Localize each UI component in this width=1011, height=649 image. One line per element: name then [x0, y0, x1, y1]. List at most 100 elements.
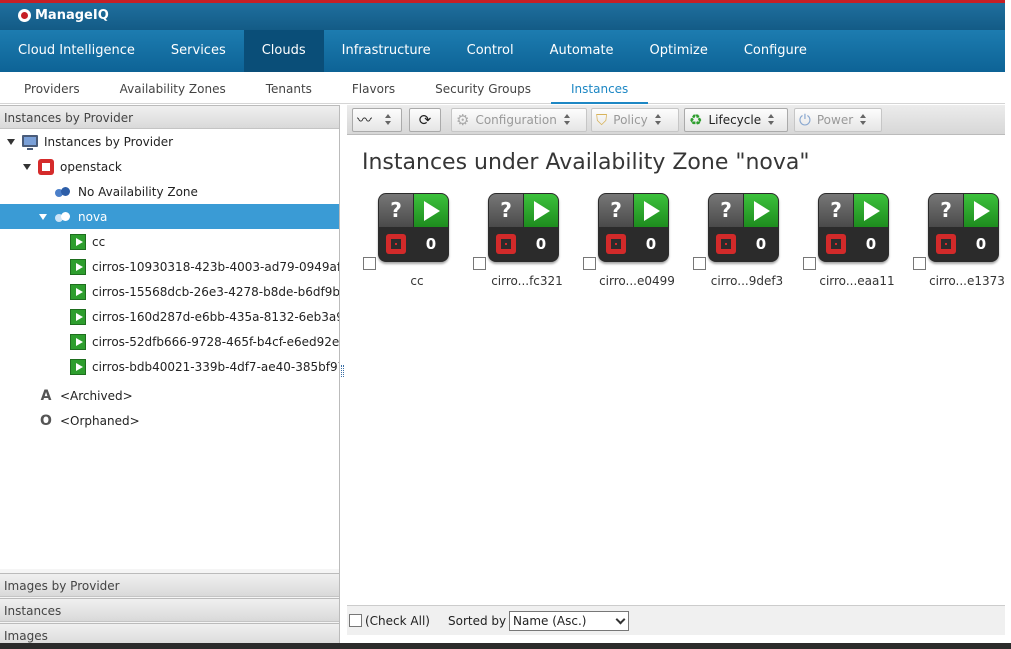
tree-collapse-icon[interactable] — [6, 137, 16, 147]
tree-node-instance[interactable]: cirros-10930318-423b-4003-ad79-0949af2f — [0, 254, 339, 279]
tree-node-no-availability-zone[interactable]: No Availability Zone — [0, 179, 339, 204]
tree-node-nova[interactable]: nova — [0, 204, 339, 229]
instance-name-link[interactable]: cirro...9def3 — [697, 274, 797, 288]
policy-button[interactable]: ⛉ Policy — [591, 108, 679, 132]
accordion-header-instances-by-provider[interactable]: Instances by Provider — [0, 105, 339, 129]
main-nav: Cloud Intelligence Services Clouds Infra… — [0, 30, 1005, 72]
power-on-icon — [414, 194, 448, 227]
instance-name-link[interactable]: cirro...eaa11 — [807, 274, 907, 288]
instance-tile[interactable]: ? 0 cirro...e1373 — [897, 192, 1007, 292]
sub-nav-flavors[interactable]: Flavors — [332, 72, 415, 104]
openstack-icon — [379, 228, 413, 261]
dropdown-caret-icon — [767, 113, 775, 127]
monitor-icon — [22, 134, 38, 150]
accordion-header-instances[interactable]: Instances — [0, 598, 339, 622]
tree-node-root[interactable]: Instances by Provider — [0, 129, 339, 154]
tree-node-label: cirros-160d287d-e6bb-435a-8132-6eb3a9c — [92, 309, 339, 324]
openstack-icon — [489, 228, 523, 261]
tree-node-instance[interactable]: cirros-bdb40021-339b-4df7-ae40-385bf97e — [0, 354, 339, 379]
sub-nav-providers[interactable]: Providers — [0, 72, 100, 104]
instance-name-link[interactable]: cc — [367, 274, 467, 288]
accordion-header-images-by-provider[interactable]: Images by Provider — [0, 573, 339, 597]
toolbar: 〰 ⟳ ⚙ Configuration ⛉ Policy ♻ Lifecycle… — [347, 105, 1005, 135]
sub-nav-security-groups[interactable]: Security Groups — [415, 72, 551, 104]
tree-node-orphaned[interactable]: O <Orphaned> — [0, 408, 339, 433]
sub-nav-availability-zones[interactable]: Availability Zones — [100, 72, 246, 104]
tree-collapse-icon[interactable] — [38, 212, 48, 222]
openstack-icon — [709, 228, 743, 261]
refresh-icon: ⟳ — [418, 111, 432, 129]
reload-button[interactable]: ⟳ — [409, 108, 441, 132]
tree-node-instance[interactable]: cirros-15568dcb-26e3-4278-b8de-b6df9bae — [0, 279, 339, 304]
openstack-icon — [819, 228, 853, 261]
instance-name-link[interactable]: cirro...e1373 — [917, 274, 1011, 288]
lifecycle-label: Lifecycle — [708, 113, 762, 127]
main-nav-services[interactable]: Services — [153, 30, 244, 72]
instance-quadicon[interactable]: ? 0 — [488, 193, 559, 262]
chevron-down-icon — [615, 614, 626, 625]
main-nav-cloud-intelligence[interactable]: Cloud Intelligence — [0, 30, 153, 72]
main-nav-control[interactable]: Control — [449, 30, 532, 72]
sub-nav-instances[interactable]: Instances — [551, 72, 649, 104]
check-all-label: (Check All) — [365, 614, 430, 628]
instance-on-icon — [70, 258, 86, 275]
brand-logo[interactable]: ManageIQ — [18, 8, 109, 23]
os-unknown-icon: ? — [929, 194, 963, 227]
instance-quadicon[interactable]: ? 0 — [378, 193, 449, 262]
os-unknown-icon: ? — [599, 194, 633, 227]
main-nav-optimize[interactable]: Optimize — [632, 30, 726, 72]
tree-node-label: openstack — [60, 159, 122, 174]
instance-checkbox[interactable] — [913, 257, 926, 270]
instance-quadicon[interactable]: ? 0 — [818, 193, 889, 262]
tree-collapse-icon[interactable] — [22, 162, 32, 172]
instance-checkbox[interactable] — [693, 257, 706, 270]
instance-on-icon — [70, 308, 86, 325]
tree-node-instance[interactable]: cirros-160d287d-e6bb-435a-8132-6eb3a9c — [0, 304, 339, 329]
instance-name-link[interactable]: cirro...fc321 — [477, 274, 577, 288]
panel-splitter-handle[interactable] — [341, 365, 344, 377]
sorted-by-label: Sorted by — [448, 614, 507, 628]
snapshot-count: 0 — [524, 228, 558, 261]
view-mode-button[interactable]: 〰 — [352, 108, 402, 132]
instance-on-icon — [70, 333, 86, 350]
instance-quadicon[interactable]: ? 0 — [708, 193, 779, 262]
openstack-icon — [599, 228, 633, 261]
instance-name-link[interactable]: cirro...e0499 — [587, 274, 687, 288]
main-nav-clouds[interactable]: Clouds — [243, 30, 324, 72]
main-nav-configure[interactable]: Configure — [726, 30, 825, 72]
sub-nav-tenants[interactable]: Tenants — [246, 72, 332, 104]
dropdown-caret-icon — [384, 113, 392, 127]
power-button[interactable]: ⏻ Power — [794, 108, 882, 132]
instance-tile[interactable]: ? 0 cirro...9def3 — [677, 192, 787, 292]
instance-checkbox[interactable] — [803, 257, 816, 270]
instance-checkbox[interactable] — [473, 257, 486, 270]
instance-quadicon[interactable]: ? 0 — [598, 193, 669, 262]
instance-checkbox[interactable] — [363, 257, 376, 270]
power-on-icon — [744, 194, 778, 227]
tree-node-instance[interactable]: cc — [0, 229, 339, 254]
tree-node-instance[interactable]: cirros-52dfb666-9728-465f-b4cf-e6ed92eea — [0, 329, 339, 354]
main-nav-automate[interactable]: Automate — [532, 30, 632, 72]
page-title: Instances under Availability Zone "nova" — [362, 150, 810, 175]
orphaned-letter-icon: O — [40, 412, 52, 429]
check-all-checkbox[interactable] — [349, 614, 362, 627]
sub-nav: Providers Availability Zones Tenants Fla… — [0, 72, 1005, 104]
sort-order-select[interactable]: Name (Asc.) — [509, 611, 629, 631]
list-footer: (Check All) Sorted by Name (Asc.) — [347, 605, 1005, 635]
instance-tile[interactable]: ? 0 cc — [347, 192, 457, 292]
main-nav-infrastructure[interactable]: Infrastructure — [324, 30, 449, 72]
instance-quadicon[interactable]: ? 0 — [928, 193, 999, 262]
instance-tile[interactable]: ? 0 cirro...e0499 — [567, 192, 677, 292]
tree-node-openstack[interactable]: openstack — [0, 154, 339, 179]
configuration-button[interactable]: ⚙ Configuration — [451, 108, 587, 132]
os-unknown-icon: ? — [709, 194, 743, 227]
tree-node-archived[interactable]: A <Archived> — [0, 383, 339, 408]
instance-checkbox[interactable] — [583, 257, 596, 270]
brand-bar: ManageIQ — [0, 0, 1005, 30]
availability-zone-icon — [54, 209, 72, 225]
os-unknown-icon: ? — [819, 194, 853, 227]
main-content: 〰 ⟳ ⚙ Configuration ⛉ Policy ♻ Lifecycle… — [347, 105, 1005, 649]
instance-tile[interactable]: ? 0 cirro...fc321 — [457, 192, 567, 292]
lifecycle-button[interactable]: ♻ Lifecycle — [684, 108, 788, 132]
instance-tile[interactable]: ? 0 cirro...eaa11 — [787, 192, 897, 292]
